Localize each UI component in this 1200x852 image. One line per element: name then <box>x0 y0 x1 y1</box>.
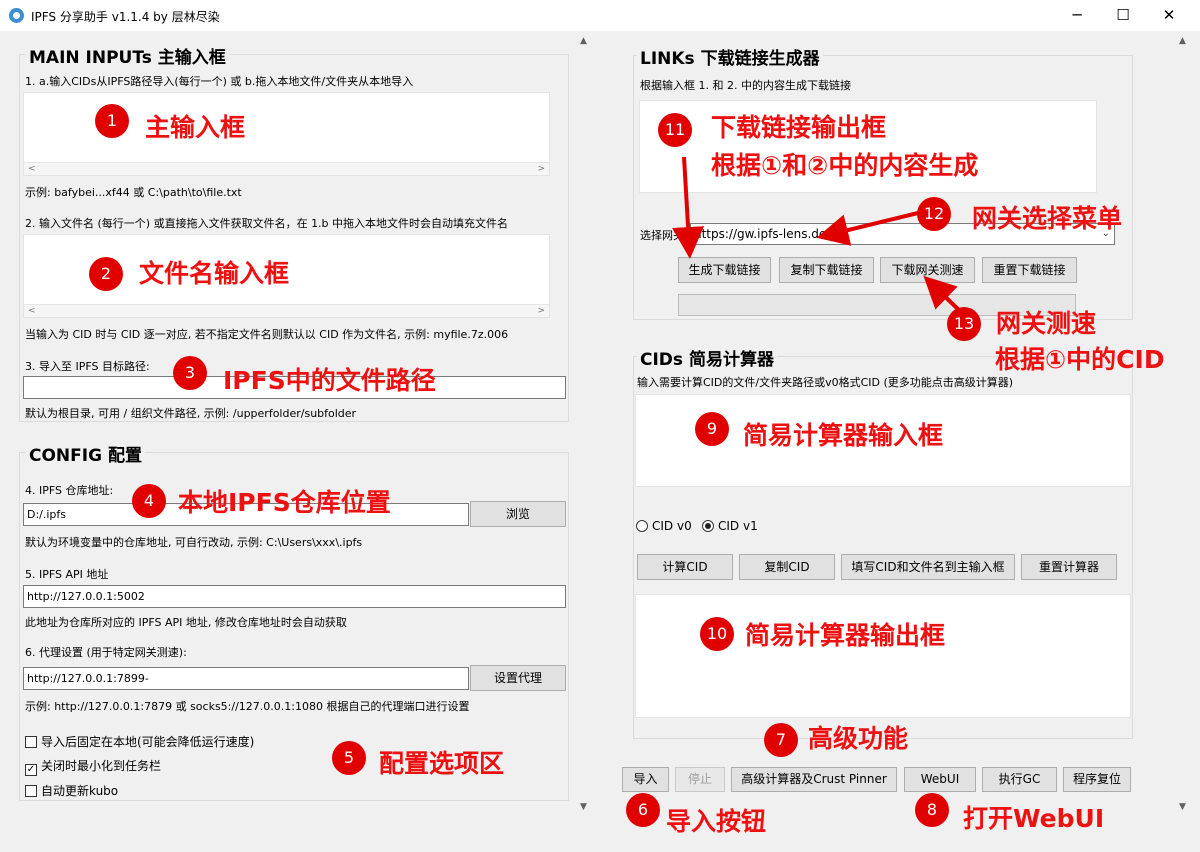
main-window: ▲ ▼ ▲ ▼ MAIN INPUTs 主输入框 1. a.输入CIDs从IPF… <box>0 31 1200 852</box>
fill-main-input-button[interactable]: 填写CID和文件名到主输入框 <box>841 554 1015 580</box>
gateway-speed-test-button[interactable]: 下载网关测速 <box>880 257 975 283</box>
close-icon: ✕ <box>1162 6 1176 24</box>
minimize-button[interactable]: ─ <box>1054 0 1100 31</box>
filename-input-hscroll[interactable]: < > <box>24 304 549 317</box>
config-title: CONFIG 配置 <box>26 441 145 466</box>
window-title: IPFS 分享助手 v1.1.4 by 层林尽染 <box>31 10 220 24</box>
annotation-text-8: 打开WebUI <box>963 804 1105 833</box>
cid-input-hint: 示例: bafybei...xf44 或 C:\path\to\file.txt <box>25 186 242 199</box>
api-input[interactable]: http://127.0.0.1:5002 <box>23 585 566 608</box>
main-input-hscroll[interactable]: < > <box>24 162 549 175</box>
gateway-select-value: https://gw.ipfs-lens.dev <box>694 227 834 241</box>
gateway-label: 选择网关 <box>640 229 684 242</box>
import-button[interactable]: 导入 <box>622 767 669 792</box>
right-scroll-down-icon[interactable]: ▼ <box>1179 802 1186 812</box>
filename-input-label: 2. 输入文件名 (每行一个) 或直接拖入文件获取文件名，在 1.b 中拖入本地… <box>25 217 509 230</box>
checkbox-box[interactable] <box>25 736 37 748</box>
right-scroll-up-icon[interactable]: ▲ <box>1179 36 1186 46</box>
close-button[interactable]: ✕ <box>1146 0 1192 31</box>
scroll-left-icon[interactable]: < <box>28 163 36 176</box>
annotation-badge-8: 8 <box>915 793 949 827</box>
minimize-to-tray-checkbox[interactable]: ✓ 关闭时最小化到任务栏 <box>25 757 161 776</box>
cid-v1-radio[interactable]: CID v1 <box>702 519 758 533</box>
api-label: 5. IPFS API 地址 <box>25 568 109 581</box>
maximize-button[interactable]: ☐ <box>1100 0 1146 31</box>
left-scroll-up-icon[interactable]: ▲ <box>580 36 587 46</box>
annotation-text-13a: 网关测速 <box>996 309 1097 338</box>
scroll-right-icon[interactable]: > <box>537 305 545 318</box>
checkbox-box-checked[interactable]: ✓ <box>25 764 37 776</box>
title-bar: IPFS 分享助手 v1.1.4 by 层林尽染 ─ ☐ ✕ <box>0 0 1200 31</box>
advanced-calculator-button[interactable]: 高级计算器及Crust Pinner <box>731 767 897 792</box>
cid-input-label: 1. a.输入CIDs从IPFS路径导入(每行一个) 或 b.拖入本地文件/文件… <box>25 75 414 88</box>
target-path-label: 3. 导入至 IPFS 目标路径: <box>25 360 150 373</box>
repo-label: 4. IPFS 仓库地址: <box>25 484 114 497</box>
run-gc-button[interactable]: 执行GC <box>982 767 1057 792</box>
stop-button[interactable]: 停止 <box>675 767 725 792</box>
maximize-icon: ☐ <box>1116 6 1130 24</box>
annotation-text-5: 配置选项区 <box>379 749 505 778</box>
annotation-badge-13: 13 <box>947 307 981 341</box>
annotation-badge-11: 11 <box>658 113 692 147</box>
proxy-label: 6. 代理设置 (用于特定网关测速): <box>25 646 187 659</box>
annotation-text-10: 简易计算器输出框 <box>745 621 946 650</box>
annotation-badge-9: 9 <box>695 412 729 446</box>
annotation-badge-2: 2 <box>89 257 123 291</box>
copy-cid-button[interactable]: 复制CID <box>739 554 835 580</box>
auto-update-kubo-checkbox[interactable]: 自动更新kubo <box>25 782 118 799</box>
annotation-badge-4: 4 <box>132 484 166 518</box>
generate-links-button[interactable]: 生成下载链接 <box>678 257 771 283</box>
annotation-badge-7: 7 <box>764 723 798 757</box>
api-hint: 此地址为仓库所对应的 IPFS API 地址, 修改仓库地址时会自动获取 <box>25 616 347 629</box>
annotation-text-3: IPFS中的文件路径 <box>223 366 436 395</box>
annotation-text-7: 高级功能 <box>808 724 909 753</box>
reset-program-button[interactable]: 程序复位 <box>1063 767 1131 792</box>
repo-hint: 默认为环境变量中的仓库地址, 可自行改动, 示例: C:\Users\xxx\.… <box>25 536 363 549</box>
reset-calculator-button[interactable]: 重置计算器 <box>1021 554 1117 580</box>
left-scroll-down-icon[interactable]: ▼ <box>580 802 587 812</box>
annotation-text-12: 网关选择菜单 <box>972 204 1123 233</box>
checkbox-box[interactable] <box>25 785 37 797</box>
annotation-text-13b: 根据①中的CID <box>995 345 1165 374</box>
annotation-text-2: 文件名输入框 <box>139 259 290 288</box>
annotation-text-11a: 下载链接输出框 <box>711 113 887 142</box>
calculate-cid-button[interactable]: 计算CID <box>637 554 733 580</box>
annotation-text-1: 主输入框 <box>145 113 246 142</box>
cids-title: CIDs 简易计算器 <box>637 345 777 370</box>
proxy-input[interactable]: http://127.0.0.1:7899- <box>23 667 469 690</box>
radio-button-selected[interactable] <box>702 520 714 532</box>
filename-input-hint: 当输入为 CID 时与 CID 逐一对应, 若不指定文件名则默认以 CID 作为… <box>25 328 509 341</box>
links-title: LINKs 下载链接生成器 <box>637 44 823 69</box>
cid-v0-radio[interactable]: CID v0 <box>636 519 692 533</box>
annotation-badge-1: 1 <box>95 104 129 138</box>
links-desc: 根据输入框 1. 和 2. 中的内容生成下载链接 <box>640 79 851 92</box>
browse-button[interactable]: 浏览 <box>470 501 566 527</box>
target-path-hint: 默认为根目录, 可用 / 组织文件路径, 示例: /upperfolder/su… <box>25 407 357 420</box>
annotation-text-11b: 根据①和②中的内容生成 <box>711 151 979 180</box>
cids-desc: 输入需要计算CID的文件/文件夹路径或v0格式CID (更多功能点击高级计算器) <box>637 376 1014 389</box>
annotation-badge-10: 10 <box>700 617 734 651</box>
reset-links-button[interactable]: 重置下载链接 <box>982 257 1077 283</box>
copy-links-button[interactable]: 复制下载链接 <box>779 257 874 283</box>
annotation-badge-5: 5 <box>332 741 366 775</box>
radio-button[interactable] <box>636 520 648 532</box>
annotation-badge-12: 12 <box>917 197 951 231</box>
calculator-output-box[interactable] <box>635 594 1131 718</box>
annotation-text-9: 简易计算器输入框 <box>743 421 944 450</box>
proxy-hint: 示例: http://127.0.0.1:7879 或 socks5://127… <box>25 700 470 713</box>
set-proxy-button[interactable]: 设置代理 <box>470 665 566 691</box>
scroll-right-icon[interactable]: > <box>537 163 545 176</box>
app-icon <box>9 8 24 23</box>
minimize-icon: ─ <box>1072 6 1082 24</box>
webui-button[interactable]: WebUI <box>904 767 976 792</box>
annotation-badge-3: 3 <box>173 356 207 390</box>
annotation-badge-6: 6 <box>626 793 660 827</box>
annotation-text-6: 导入按钮 <box>666 807 767 836</box>
annotation-text-4: 本地IPFS仓库位置 <box>178 488 391 517</box>
pin-checkbox[interactable]: 导入后固定在本地(可能会降低运行速度) <box>25 733 254 750</box>
main-inputs-title: MAIN INPUTs 主输入框 <box>26 43 229 68</box>
scroll-left-icon[interactable]: < <box>28 305 36 318</box>
